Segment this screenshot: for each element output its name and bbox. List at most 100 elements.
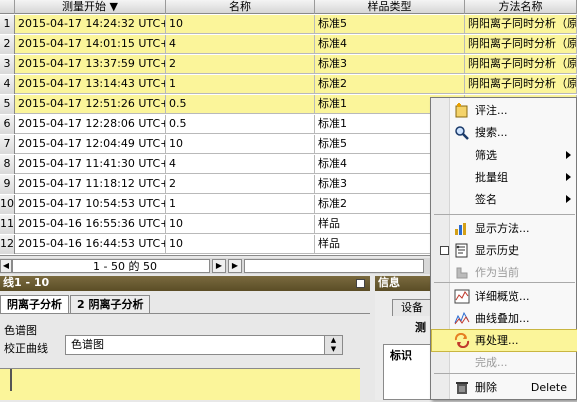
identity-label: 标识 [390,349,412,362]
cell-measure-start: 2015-04-16 16:55:36 UTC+8 [15,215,166,234]
curve-panel-title: 线1 - 10 [0,276,370,291]
menu-item-label: 显示方法... [475,222,530,235]
tab-device[interactable]: 设备 [392,299,432,316]
menu-item-set-current: 作为当前 [432,262,577,283]
menu-item-show-history[interactable]: 显示历史 [432,240,577,261]
cell-measure-start: 2015-04-17 14:01:15 UTC+8 [15,35,166,54]
menu-item-batch-group[interactable]: 批量组 [432,167,577,188]
current-icon [454,265,470,280]
row-number[interactable]: 9 [0,175,15,194]
row-number[interactable]: 8 [0,155,15,174]
cell-measure-start: 2015-04-17 14:24:32 UTC+8 [15,15,166,34]
next-page-button[interactable]: ▶ [212,259,226,273]
menu-item-complete: 完成... [432,352,577,373]
cell-measure-start: 2015-04-17 12:28:06 UTC+8 [15,115,166,134]
table-row[interactable]: 4 2015-04-17 13:14:43 UTC+8 1 标准2 阴阳离子同时分析（原 [0,75,577,94]
menu-item-comment[interactable]: 评注... [432,100,577,121]
cell-measure-start: 2015-04-17 12:51:26 UTC+8 [15,95,166,114]
scroll-left-button[interactable]: ◀ [0,259,12,273]
cell-method-name: 阴阳离子同时分析（原 [465,35,577,54]
row-number[interactable]: 10 [0,195,15,214]
tab-anion-analysis[interactable]: 阴离子分析 [0,295,69,313]
overlay-icon [454,311,470,326]
row-number[interactable]: 7 [0,135,15,154]
view-select[interactable]: 色谱图 [65,335,343,355]
menu-item-sign[interactable]: 签名 [432,189,577,210]
page-range-label: 1 - 50 的 50 [93,260,157,273]
row-number[interactable]: 2 [0,35,15,54]
menu-item-filter[interactable]: 筛选 [432,145,577,166]
header-rownum [0,0,15,14]
cell-measure-start: 2015-04-17 10:54:53 UTC+8 [15,195,166,214]
menu-item-delete[interactable]: 删除 Delete [432,377,577,398]
radio-chromatogram[interactable]: 色谱图 [4,322,37,338]
history-icon [454,243,470,258]
cell-method-name: 阴阳离子同时分析（原 [465,15,577,34]
header-sample-type[interactable]: 样品类型 [315,0,465,14]
cell-name: 10 [166,135,315,154]
row-number[interactable]: 6 [0,115,15,134]
menu-item-curve-overlay[interactable]: 曲线叠加... [432,308,577,329]
cell-name: 10 [166,15,315,34]
row-number[interactable]: 3 [0,55,15,74]
context-menu: 评注... 搜索... 筛选 批量组签名显示方法... 显示历史 作为当前详细概览... 曲… [430,97,577,400]
cell-name: 10 [166,215,315,234]
page-nav-field[interactable] [244,259,424,273]
header-name[interactable]: 名称 [166,0,315,14]
cell-name: 0.5 [166,115,315,134]
cell-name: 0.5 [166,95,315,114]
cell-sample-type: 标准2 [315,75,465,94]
maximize-panel-button[interactable] [356,279,365,288]
menu-item-label: 评注... [475,104,508,117]
table-row[interactable]: 3 2015-04-17 13:37:59 UTC+8 2 标准3 阴阳离子同时分析（原 [0,55,577,74]
cell-method-name: 阴阳离子同时分析（原 [465,55,577,74]
header-measure-start[interactable]: 测量开始 ▼ [15,0,166,14]
cell-measure-start: 2015-04-17 13:14:43 UTC+8 [15,75,166,94]
cell-measure-start: 2015-04-17 11:41:30 UTC+8 [15,155,166,174]
horizontal-scrollbar[interactable]: 1 - 50 的 50 [12,259,210,273]
last-page-button[interactable]: ▶ [228,259,242,273]
cell-name: 4 [166,155,315,174]
cell-name: 1 [166,195,315,214]
menu-item-show-method[interactable]: 显示方法... [432,218,577,239]
menu-item-search[interactable]: 搜索... [432,122,577,143]
table-header: 测量开始 ▼ 名称 样品类型 方法名称 [0,0,577,14]
table-row[interactable]: 2 2015-04-17 14:01:15 UTC+8 4 标准4 阴阳离子同时分析（原 [0,35,577,54]
cell-measure-start: 2015-04-17 11:18:12 UTC+8 [15,175,166,194]
menu-item-reprocess[interactable]: 再处理... [431,329,577,352]
menu-item-label: 详细概览... [475,290,530,303]
cell-name: 10 [166,235,315,254]
note-add-icon [454,103,470,118]
chromatogram-plot [0,368,360,400]
row-number[interactable]: 1 [0,15,15,34]
show-history-checkbox[interactable] [440,246,449,255]
cell-method-name: 阴阳离子同时分析（原 [465,75,577,94]
tab-2-anion-analysis[interactable]: 2 阴离子分析 [70,295,151,313]
radio-calibration-curve[interactable]: 校正曲线 [4,340,48,356]
baseline-trace [10,369,12,391]
cell-measure-start: 2015-04-16 16:44:53 UTC+8 [15,235,166,254]
menu-item-label: 签名 [475,193,497,206]
table-row[interactable]: 1 2015-04-17 14:24:32 UTC+8 10 标准5 阴阳离子同时分析（… [0,15,577,34]
menu-item-label: 曲线叠加... [475,312,530,325]
row-number[interactable]: 11 [0,215,15,234]
menu-item-label: 删除 [475,381,497,394]
menu-item-detail-overview[interactable]: 详细概览... [432,286,577,307]
row-number[interactable]: 5 [0,95,15,114]
chart-overview-icon [454,289,470,304]
header-method-name[interactable]: 方法名称 [465,0,577,14]
menu-item-label: 完成... [475,356,508,369]
cell-name: 2 [166,55,315,74]
method-icon [454,221,470,236]
cell-name: 1 [166,75,315,94]
menu-item-label: 再处理... [475,334,519,347]
menu-separator [434,373,575,374]
menu-separator [434,214,575,215]
cell-sample-type: 标准3 [315,55,465,74]
magnifier-icon [454,125,470,140]
row-number[interactable]: 12 [0,235,15,254]
measure-label: 测 [415,321,426,334]
submenu-arrow-icon [566,195,571,203]
row-number[interactable]: 4 [0,75,15,94]
view-select-dropdown[interactable]: ▲ ▼ [324,335,343,355]
